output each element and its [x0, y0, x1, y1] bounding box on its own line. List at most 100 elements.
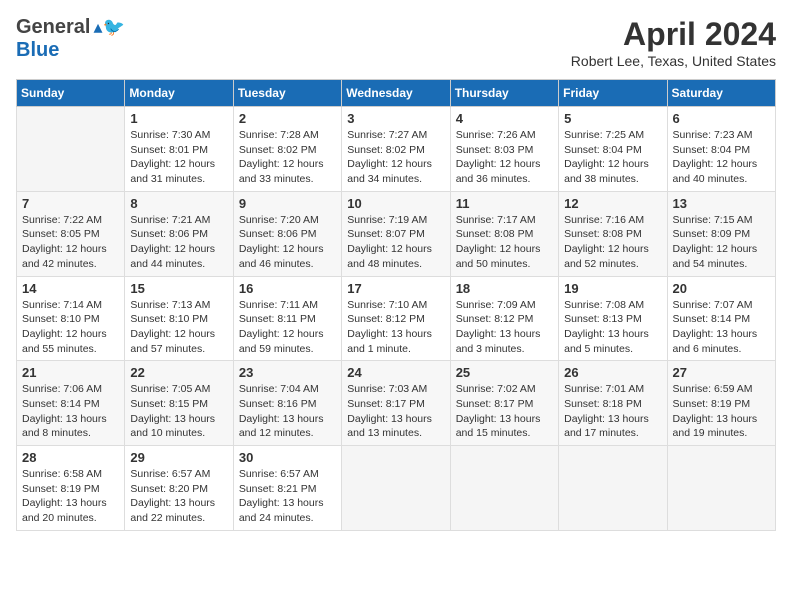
- calendar-cell: [450, 446, 558, 531]
- day-info: Sunrise: 7:28 AM Sunset: 8:02 PM Dayligh…: [239, 128, 336, 187]
- day-number: 8: [130, 196, 227, 211]
- day-number: 19: [564, 281, 661, 296]
- day-number: 4: [456, 111, 553, 126]
- day-number: 1: [130, 111, 227, 126]
- day-info: Sunrise: 7:03 AM Sunset: 8:17 PM Dayligh…: [347, 382, 444, 441]
- day-number: 5: [564, 111, 661, 126]
- calendar-cell: 11 Sunrise: 7:17 AM Sunset: 8:08 PM Dayli…: [450, 191, 558, 276]
- logo-general-text: General: [16, 16, 90, 39]
- day-number: 18: [456, 281, 553, 296]
- day-number: 23: [239, 365, 336, 380]
- day-info: Sunrise: 7:13 AM Sunset: 8:10 PM Dayligh…: [130, 298, 227, 357]
- weekday-header-wednesday: Wednesday: [342, 80, 450, 107]
- day-info: Sunrise: 7:09 AM Sunset: 8:12 PM Dayligh…: [456, 298, 553, 357]
- day-info: Sunrise: 7:05 AM Sunset: 8:15 PM Dayligh…: [130, 382, 227, 441]
- calendar-cell: 23 Sunrise: 7:04 AM Sunset: 8:16 PM Dayli…: [233, 361, 341, 446]
- day-info: Sunrise: 7:19 AM Sunset: 8:07 PM Dayligh…: [347, 213, 444, 272]
- day-number: 11: [456, 196, 553, 211]
- day-number: 26: [564, 365, 661, 380]
- day-number: 7: [22, 196, 119, 211]
- calendar-cell: [342, 446, 450, 531]
- calendar-cell: [667, 446, 775, 531]
- day-number: 2: [239, 111, 336, 126]
- calendar-cell: 14 Sunrise: 7:14 AM Sunset: 8:10 PM Dayli…: [17, 276, 125, 361]
- day-info: Sunrise: 6:57 AM Sunset: 8:20 PM Dayligh…: [130, 467, 227, 526]
- day-number: 25: [456, 365, 553, 380]
- day-number: 28: [22, 450, 119, 465]
- calendar-title: April 2024: [571, 16, 776, 53]
- day-info: Sunrise: 7:14 AM Sunset: 8:10 PM Dayligh…: [22, 298, 119, 357]
- calendar-cell: 6 Sunrise: 7:23 AM Sunset: 8:04 PM Daylig…: [667, 107, 775, 192]
- logo-bird-icon: ▴🐦: [93, 17, 124, 38]
- calendar-cell: 5 Sunrise: 7:25 AM Sunset: 8:04 PM Daylig…: [559, 107, 667, 192]
- calendar-cell: 7 Sunrise: 7:22 AM Sunset: 8:05 PM Daylig…: [17, 191, 125, 276]
- day-number: 20: [673, 281, 770, 296]
- calendar-cell: 27 Sunrise: 6:59 AM Sunset: 8:19 PM Dayli…: [667, 361, 775, 446]
- day-number: 27: [673, 365, 770, 380]
- day-info: Sunrise: 7:16 AM Sunset: 8:08 PM Dayligh…: [564, 213, 661, 272]
- day-info: Sunrise: 7:17 AM Sunset: 8:08 PM Dayligh…: [456, 213, 553, 272]
- calendar-cell: 21 Sunrise: 7:06 AM Sunset: 8:14 PM Dayli…: [17, 361, 125, 446]
- weekday-header-friday: Friday: [559, 80, 667, 107]
- day-number: 6: [673, 111, 770, 126]
- title-block: April 2024 Robert Lee, Texas, United Sta…: [571, 16, 776, 69]
- day-number: 24: [347, 365, 444, 380]
- calendar-cell: 25Sunrise: 7:02 AM Sunset: 8:17 PM Dayli…: [450, 361, 558, 446]
- day-info: Sunrise: 7:21 AM Sunset: 8:06 PM Dayligh…: [130, 213, 227, 272]
- day-info: Sunrise: 7:27 AM Sunset: 8:02 PM Dayligh…: [347, 128, 444, 187]
- day-info: Sunrise: 7:25 AM Sunset: 8:04 PM Dayligh…: [564, 128, 661, 187]
- calendar-cell: 19 Sunrise: 7:08 AM Sunset: 8:13 PM Dayli…: [559, 276, 667, 361]
- day-info: Sunrise: 7:20 AM Sunset: 8:06 PM Dayligh…: [239, 213, 336, 272]
- day-number: 29: [130, 450, 227, 465]
- day-number: 10: [347, 196, 444, 211]
- day-info: Sunrise: 7:10 AM Sunset: 8:12 PM Dayligh…: [347, 298, 444, 357]
- calendar-cell: 16Sunrise: 7:11 AM Sunset: 8:11 PM Dayli…: [233, 276, 341, 361]
- logo-blue-text: Blue: [16, 39, 59, 62]
- calendar-cell: 8 Sunrise: 7:21 AM Sunset: 8:06 PM Daylig…: [125, 191, 233, 276]
- weekday-header-thursday: Thursday: [450, 80, 558, 107]
- day-number: 30: [239, 450, 336, 465]
- day-number: 15: [130, 281, 227, 296]
- calendar-cell: 9 Sunrise: 7:20 AM Sunset: 8:06 PM Daylig…: [233, 191, 341, 276]
- calendar-cell: 1 Sunrise: 7:30 AM Sunset: 8:01 PM Daylig…: [125, 107, 233, 192]
- calendar-cell: 4Sunrise: 7:26 AM Sunset: 8:03 PM Daylig…: [450, 107, 558, 192]
- calendar-cell: 20 Sunrise: 7:07 AM Sunset: 8:14 PM Dayli…: [667, 276, 775, 361]
- logo: General ▴🐦 Blue: [16, 16, 125, 62]
- day-info: Sunrise: 7:06 AM Sunset: 8:14 PM Dayligh…: [22, 382, 119, 441]
- day-number: 14: [22, 281, 119, 296]
- day-number: 21: [22, 365, 119, 380]
- calendar-cell: 26 Sunrise: 7:01 AM Sunset: 8:18 PM Dayli…: [559, 361, 667, 446]
- calendar-cell: 15 Sunrise: 7:13 AM Sunset: 8:10 PM Dayli…: [125, 276, 233, 361]
- weekday-header-monday: Monday: [125, 80, 233, 107]
- calendar-cell: 2 Sunrise: 7:28 AM Sunset: 8:02 PM Daylig…: [233, 107, 341, 192]
- calendar-cell: 29 Sunrise: 6:57 AM Sunset: 8:20 PM Dayli…: [125, 446, 233, 531]
- page-header: General ▴🐦 Blue April 2024 Robert Lee, T…: [16, 16, 776, 69]
- calendar-cell: [559, 446, 667, 531]
- day-info: Sunrise: 7:15 AM Sunset: 8:09 PM Dayligh…: [673, 213, 770, 272]
- calendar-cell: 13 Sunrise: 7:15 AM Sunset: 8:09 PM Dayli…: [667, 191, 775, 276]
- location-label: Robert Lee, Texas, United States: [571, 53, 776, 69]
- day-number: 3: [347, 111, 444, 126]
- calendar-cell: 18 Sunrise: 7:09 AM Sunset: 8:12 PM Dayli…: [450, 276, 558, 361]
- day-info: Sunrise: 6:57 AM Sunset: 8:21 PM Dayligh…: [239, 467, 336, 526]
- day-info: Sunrise: 7:04 AM Sunset: 8:16 PM Dayligh…: [239, 382, 336, 441]
- day-number: 22: [130, 365, 227, 380]
- calendar-cell: 30 Sunrise: 6:57 AM Sunset: 8:21 PM Dayli…: [233, 446, 341, 531]
- calendar-cell: 10 Sunrise: 7:19 AM Sunset: 8:07 PM Dayli…: [342, 191, 450, 276]
- day-info: Sunrise: 7:07 AM Sunset: 8:14 PM Dayligh…: [673, 298, 770, 357]
- calendar-cell: 22 Sunrise: 7:05 AM Sunset: 8:15 PM Dayli…: [125, 361, 233, 446]
- day-info: Sunrise: 7:30 AM Sunset: 8:01 PM Dayligh…: [130, 128, 227, 187]
- day-info: Sunrise: 7:22 AM Sunset: 8:05 PM Dayligh…: [22, 213, 119, 272]
- calendar-cell: 24 Sunrise: 7:03 AM Sunset: 8:17 PM Dayli…: [342, 361, 450, 446]
- day-number: 9: [239, 196, 336, 211]
- day-info: Sunrise: 6:59 AM Sunset: 8:19 PM Dayligh…: [673, 382, 770, 441]
- weekday-header-saturday: Saturday: [667, 80, 775, 107]
- day-info: Sunrise: 7:08 AM Sunset: 8:13 PM Dayligh…: [564, 298, 661, 357]
- weekday-header-tuesday: Tuesday: [233, 80, 341, 107]
- day-info: Sunrise: 7:01 AM Sunset: 8:18 PM Dayligh…: [564, 382, 661, 441]
- day-info: Sunrise: 6:58 AM Sunset: 8:19 PM Dayligh…: [22, 467, 119, 526]
- calendar-cell: 17Sunrise: 7:10 AM Sunset: 8:12 PM Dayli…: [342, 276, 450, 361]
- calendar-cell: 3 Sunrise: 7:27 AM Sunset: 8:02 PM Daylig…: [342, 107, 450, 192]
- day-number: 13: [673, 196, 770, 211]
- day-info: Sunrise: 7:23 AM Sunset: 8:04 PM Dayligh…: [673, 128, 770, 187]
